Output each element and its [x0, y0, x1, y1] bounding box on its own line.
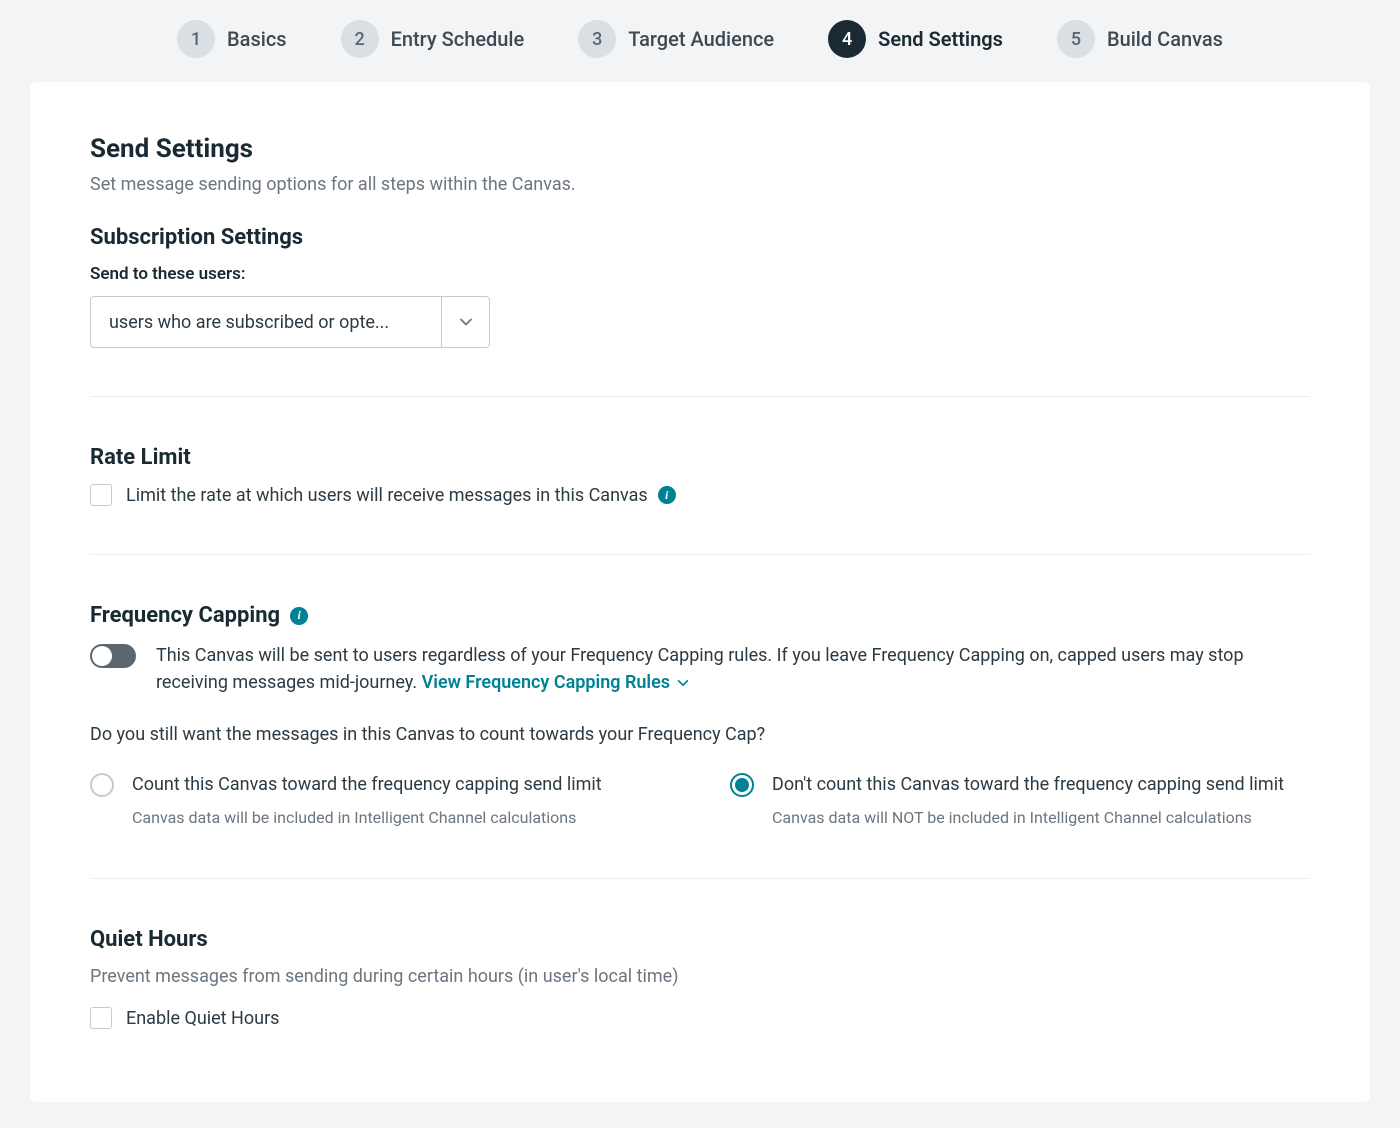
- step-number: 4: [828, 20, 866, 58]
- quiet-hours-heading: Quiet Hours: [90, 927, 1310, 952]
- radio-label: Count this Canvas toward the frequency c…: [132, 771, 602, 798]
- view-rules-link[interactable]: View Frequency Capping Rules: [422, 669, 690, 696]
- frequency-description: This Canvas will be sent to users regard…: [156, 645, 1244, 693]
- step-label: Entry Schedule: [391, 27, 525, 51]
- frequency-radio-group: Count this Canvas toward the frequency c…: [90, 771, 1310, 830]
- step-label: Basics: [227, 27, 287, 51]
- radio-option-dont-count[interactable]: Don't count this Canvas toward the frequ…: [730, 771, 1310, 830]
- step-label: Target Audience: [628, 27, 774, 51]
- step-entry-schedule[interactable]: 2 Entry Schedule: [341, 20, 525, 58]
- frequency-toggle[interactable]: [90, 644, 136, 668]
- send-to-select[interactable]: users who are subscribed or opte...: [90, 296, 490, 348]
- step-target-audience[interactable]: 3 Target Audience: [578, 20, 774, 58]
- step-send-settings[interactable]: 4 Send Settings: [828, 20, 1003, 58]
- toggle-knob: [92, 646, 112, 666]
- frequency-toggle-text: This Canvas will be sent to users regard…: [156, 642, 1310, 696]
- divider: [90, 554, 1310, 555]
- radio-count[interactable]: [90, 773, 114, 797]
- rate-limit-checkbox[interactable]: [90, 484, 112, 506]
- quiet-hours-subtitle: Prevent messages from sending during cer…: [90, 966, 1310, 987]
- view-rules-text: View Frequency Capping Rules: [422, 669, 670, 696]
- step-number: 1: [177, 20, 215, 58]
- select-value: users who are subscribed or opte...: [91, 312, 441, 333]
- step-number: 2: [341, 20, 379, 58]
- page-subtitle: Set message sending options for all step…: [90, 174, 1310, 195]
- frequency-toggle-row: This Canvas will be sent to users regard…: [90, 642, 1310, 696]
- quiet-hours-row: Enable Quiet Hours: [90, 1007, 1310, 1029]
- subscription-heading: Subscription Settings: [90, 225, 1310, 250]
- step-build-canvas[interactable]: 5 Build Canvas: [1057, 20, 1223, 58]
- info-icon[interactable]: i: [290, 607, 308, 625]
- step-number: 5: [1057, 20, 1095, 58]
- radio-dont-count[interactable]: [730, 773, 754, 797]
- quiet-hours-label: Enable Quiet Hours: [126, 1008, 279, 1029]
- frequency-heading-text: Frequency Capping: [90, 603, 280, 628]
- rate-limit-heading: Rate Limit: [90, 445, 1310, 470]
- step-basics[interactable]: 1 Basics: [177, 20, 287, 58]
- quiet-hours-checkbox[interactable]: [90, 1007, 112, 1029]
- stepper: 1 Basics 2 Entry Schedule 3 Target Audie…: [0, 0, 1400, 82]
- chevron-down-icon: [441, 297, 489, 347]
- step-label: Build Canvas: [1107, 27, 1223, 51]
- send-to-label: Send to these users:: [90, 264, 1310, 284]
- rate-limit-label: Limit the rate at which users will recei…: [126, 485, 676, 506]
- rate-limit-row: Limit the rate at which users will recei…: [90, 484, 1310, 506]
- frequency-heading: Frequency Capping i: [90, 603, 1310, 628]
- radio-label: Don't count this Canvas toward the frequ…: [772, 771, 1284, 798]
- radio-option-count[interactable]: Count this Canvas toward the frequency c…: [90, 771, 670, 830]
- settings-card: Send Settings Set message sending option…: [30, 82, 1370, 1102]
- divider: [90, 878, 1310, 879]
- radio-help: Canvas data will be included in Intellig…: [132, 806, 602, 830]
- chevron-down-icon: [676, 676, 690, 690]
- rate-limit-text: Limit the rate at which users will recei…: [126, 485, 648, 506]
- radio-help: Canvas data will NOT be included in Inte…: [772, 806, 1284, 830]
- page-title: Send Settings: [90, 134, 1310, 164]
- info-icon[interactable]: i: [658, 486, 676, 504]
- step-number: 3: [578, 20, 616, 58]
- divider: [90, 396, 1310, 397]
- step-label: Send Settings: [878, 27, 1003, 51]
- frequency-question: Do you still want the messages in this C…: [90, 724, 1310, 745]
